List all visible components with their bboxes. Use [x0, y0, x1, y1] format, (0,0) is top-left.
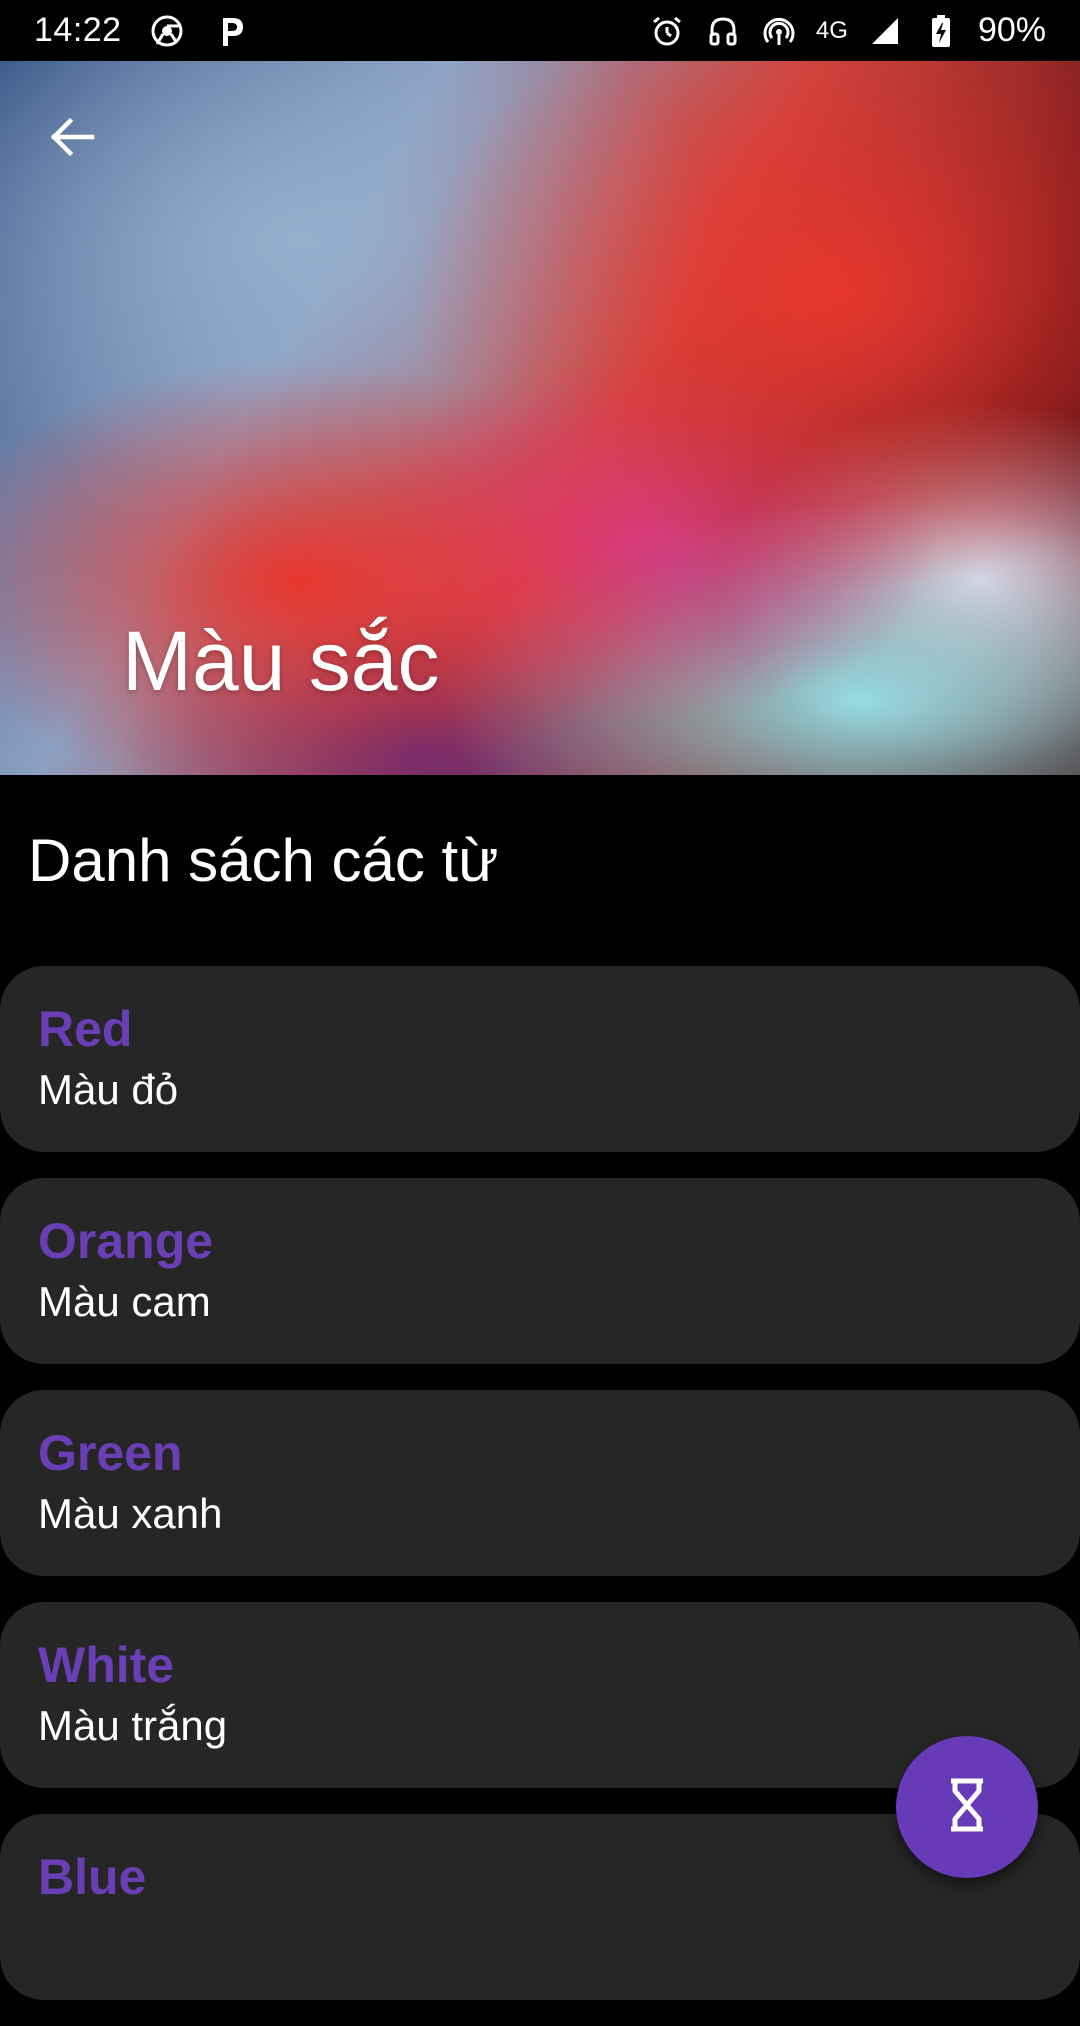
- word-english: Orange: [38, 1213, 214, 1269]
- word-vietnamese: Màu xanh: [38, 1490, 223, 1537]
- word-card-green[interactable]: Green Màu xanh: [0, 1390, 1080, 1576]
- status-right: 4G 90%: [648, 11, 1046, 50]
- word-card-red[interactable]: Red Màu đỏ: [0, 966, 1080, 1152]
- word-vietnamese: Màu đỏ: [38, 1066, 179, 1113]
- section-heading: Danh sách các từ: [28, 827, 499, 894]
- alarm-icon: [648, 12, 686, 50]
- status-time: 14:22: [34, 11, 122, 49]
- back-button[interactable]: [40, 107, 104, 171]
- headset-icon: [704, 12, 742, 50]
- status-left: 14:22: [34, 11, 250, 50]
- arrow-back-icon: [48, 113, 96, 166]
- word-english: Red: [38, 1001, 133, 1057]
- hourglass-icon: [943, 1777, 991, 1838]
- parking-icon: [212, 12, 250, 50]
- word-vietnamese: Màu trắng: [38, 1702, 228, 1749]
- network-type: 4G: [815, 16, 848, 44]
- battery-percent: 90%: [977, 11, 1046, 49]
- signal-icon: [866, 12, 904, 50]
- hotspot-icon: [760, 12, 798, 50]
- word-english: Green: [38, 1425, 183, 1481]
- timer-fab-button[interactable]: [896, 1736, 1038, 1878]
- page-title: Màu sắc: [122, 614, 440, 708]
- word-card-orange[interactable]: Orange Màu cam: [0, 1178, 1080, 1364]
- word-english: White: [38, 1637, 175, 1693]
- word-list: Red Màu đỏ Orange Màu cam Green Màu xanh…: [0, 966, 1080, 2026]
- chrome-icon: [148, 12, 186, 50]
- word-vietnamese: Màu cam: [38, 1278, 211, 1325]
- word-english: Blue: [38, 1849, 147, 1905]
- status-bar: 14:22 4G 90%: [0, 0, 1080, 61]
- collapsing-header: Màu sắc: [0, 61, 1080, 775]
- battery-icon: [922, 12, 960, 50]
